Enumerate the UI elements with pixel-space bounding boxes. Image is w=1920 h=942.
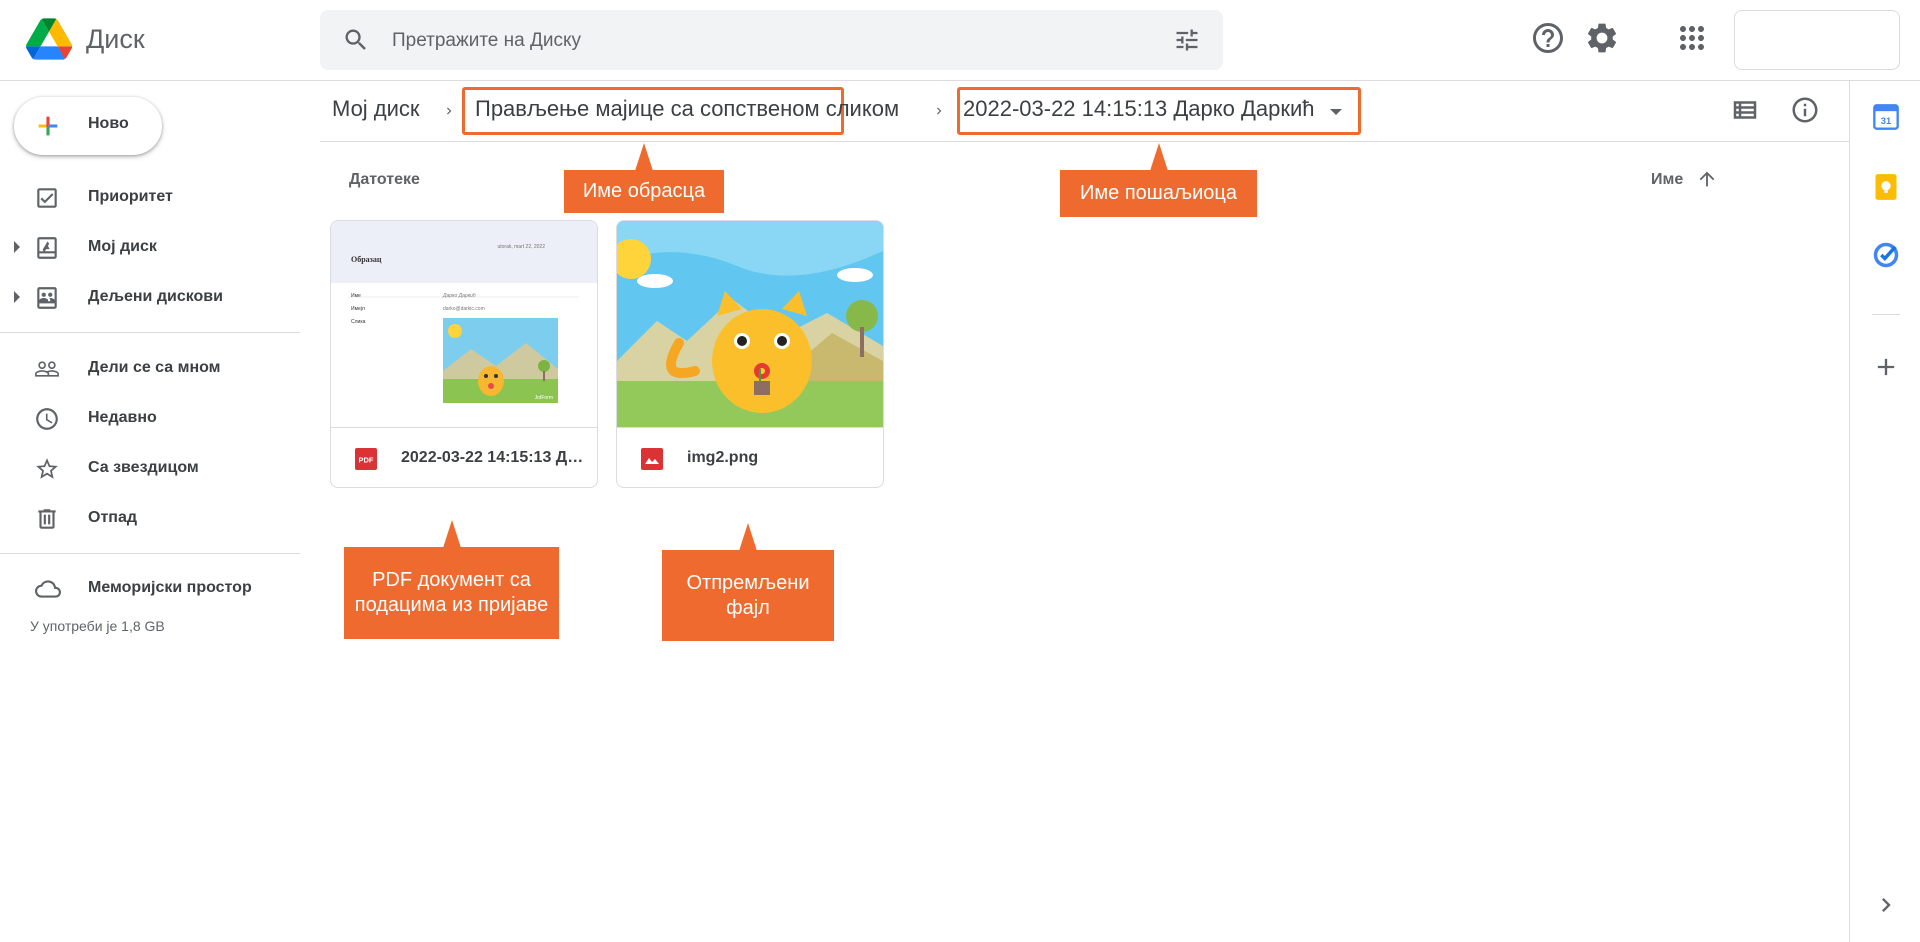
breadcrumb-root[interactable]: Мој диск [332, 96, 420, 122]
file-card-footer: img2.png [617, 427, 883, 487]
my-drive-icon [37, 237, 57, 259]
pdf-field-label: Слика [351, 319, 366, 325]
callout-text: PDF документ са подацима из пријаве [354, 569, 549, 616]
sidebar-item-label: Са звездицом [88, 459, 199, 476]
callout-text: Име пошаљиоца [1080, 182, 1237, 204]
search-input[interactable] [390, 22, 1154, 60]
chevron-right-icon [447, 107, 452, 115]
file-card-footer: PDF 2022-03-22 14:15:13 Дарко Даркић.pdf [331, 427, 597, 487]
pdf-field-label: Имејл [351, 306, 365, 312]
sidebar: Ново Приоритет Мој диск Дељени дискови Д… [0, 81, 300, 942]
sidebar-item-storage[interactable]: Меморијски простор [0, 566, 300, 610]
tasks-icon[interactable] [1872, 241, 1900, 269]
star-icon [36, 458, 58, 479]
list-view-icon[interactable] [1730, 95, 1760, 125]
sidebar-item-shared-drives[interactable]: Дељени дискови [0, 275, 300, 319]
account-button[interactable] [1734, 10, 1900, 70]
pdf-field-label: Име [351, 293, 361, 299]
breadcrumb-current[interactable]: 2022-03-22 14:15:13 Дарко Даркић [963, 96, 1315, 122]
settings-gear-icon[interactable] [1584, 20, 1620, 56]
file-name: img2.png [687, 449, 759, 466]
new-button-label: Ново [88, 115, 129, 132]
callout-pointer [1149, 143, 1168, 171]
svg-text:PDF: PDF [359, 456, 374, 465]
file-name: 2022-03-22 14:15:13 Дарко Даркић.pdf [401, 449, 586, 466]
callout-sender-name: Име пошаљиоца [1060, 143, 1257, 217]
sidebar-item-label: Меморијски простор [88, 579, 252, 596]
jotform-brand: JotForm [535, 395, 553, 401]
image-file-icon [641, 448, 663, 470]
sidebar-item-label: Мој диск [88, 238, 157, 255]
pdf-embedded-image: JotForm [443, 318, 558, 403]
dropdown-caret-icon[interactable] [1330, 109, 1342, 115]
shared-with-me-icon [35, 361, 59, 377]
new-plus-icon [38, 116, 58, 136]
sidebar-item-trash[interactable]: Отпад [0, 496, 300, 540]
search-options-icon[interactable] [1173, 26, 1201, 54]
pdf-file-icon: PDF [355, 448, 377, 470]
callout-pointer [739, 523, 757, 551]
file-card-pdf[interactable]: utorak, mart 22, 2022 Образац Име Дарко … [330, 220, 598, 488]
help-icon[interactable] [1530, 20, 1566, 56]
image-preview-thumbnail [617, 221, 883, 427]
pdf-field-value: darko@darkic.com [443, 306, 485, 312]
pdf-field-value: Дарко Даркић [442, 292, 476, 299]
callout-text: Име обрасца [582, 180, 706, 202]
sidebar-item-priority[interactable]: Приоритет [0, 175, 300, 219]
sidebar-item-recent[interactable]: Недавно [0, 396, 300, 440]
pdf-preview-title: Образац [351, 255, 382, 264]
top-bar: Диск [0, 0, 1920, 81]
arrow-up-icon[interactable] [1696, 168, 1718, 190]
callout-pointer [635, 143, 653, 171]
callout-uploaded-file: Отпремљени фајл [662, 523, 834, 641]
shared-drives-icon [37, 287, 57, 309]
recent-icon [36, 408, 58, 430]
cloud-icon [35, 580, 61, 598]
callout-text: Отпремљени фајл [686, 571, 810, 619]
sidebar-item-label: Недавно [88, 409, 157, 426]
callout-form-name: Име обрасца [564, 143, 724, 213]
app-name: Диск [86, 24, 145, 54]
breadcrumb: Мој диск Прављење мајице са сопственом с… [320, 81, 1850, 142]
search-bar[interactable] [320, 10, 1223, 70]
sidebar-item-shared-with-me[interactable]: Дели се са мном [0, 346, 300, 390]
keep-icon[interactable] [1872, 173, 1900, 201]
pdf-preview-thumbnail: utorak, mart 22, 2022 Образац Име Дарко … [331, 221, 597, 427]
file-card-image[interactable]: img2.png [616, 220, 884, 488]
storage-usage-text: У употреби је 1,8 GB [30, 618, 165, 634]
svg-text:31: 31 [1881, 116, 1891, 126]
pdf-preview-date: utorak, mart 22, 2022 [497, 244, 545, 250]
side-panel-divider [1872, 314, 1900, 315]
sidebar-divider [0, 332, 300, 333]
sort-name-button[interactable]: Име [1651, 171, 1683, 189]
calendar-icon[interactable]: 31 [1872, 103, 1900, 131]
trash-icon [38, 509, 56, 529]
breadcrumb-folder[interactable]: Прављење мајице са сопственом сликом [475, 96, 899, 122]
apps-grid-icon[interactable] [1674, 20, 1710, 56]
files-section-title: Датотеке [349, 171, 420, 188]
side-panel: 31 [1849, 81, 1920, 942]
sidebar-item-label: Отпад [88, 509, 137, 526]
sidebar-divider [0, 553, 300, 554]
callout-pointer [442, 520, 461, 548]
sidebar-item-label: Дељени дискови [88, 288, 223, 305]
new-button[interactable]: Ново [14, 97, 162, 155]
drive-logo-icon[interactable] [26, 18, 72, 60]
chevron-right-icon[interactable] [1872, 891, 1900, 919]
search-icon[interactable] [342, 26, 370, 54]
sidebar-item-label: Дели се са мном [88, 359, 221, 376]
priority-icon [37, 188, 57, 208]
sidebar-item-starred[interactable]: Са звездицом [0, 446, 300, 490]
add-icon[interactable] [1872, 353, 1900, 381]
callout-pdf-document: PDF документ са подацима из пријаве [344, 520, 559, 639]
sidebar-item-my-drive[interactable]: Мој диск [0, 225, 300, 269]
expand-arrow-icon[interactable] [14, 291, 20, 303]
chevron-right-icon [937, 107, 942, 115]
info-icon[interactable] [1790, 95, 1820, 125]
sidebar-item-label: Приоритет [88, 188, 173, 205]
expand-arrow-icon[interactable] [14, 241, 20, 253]
